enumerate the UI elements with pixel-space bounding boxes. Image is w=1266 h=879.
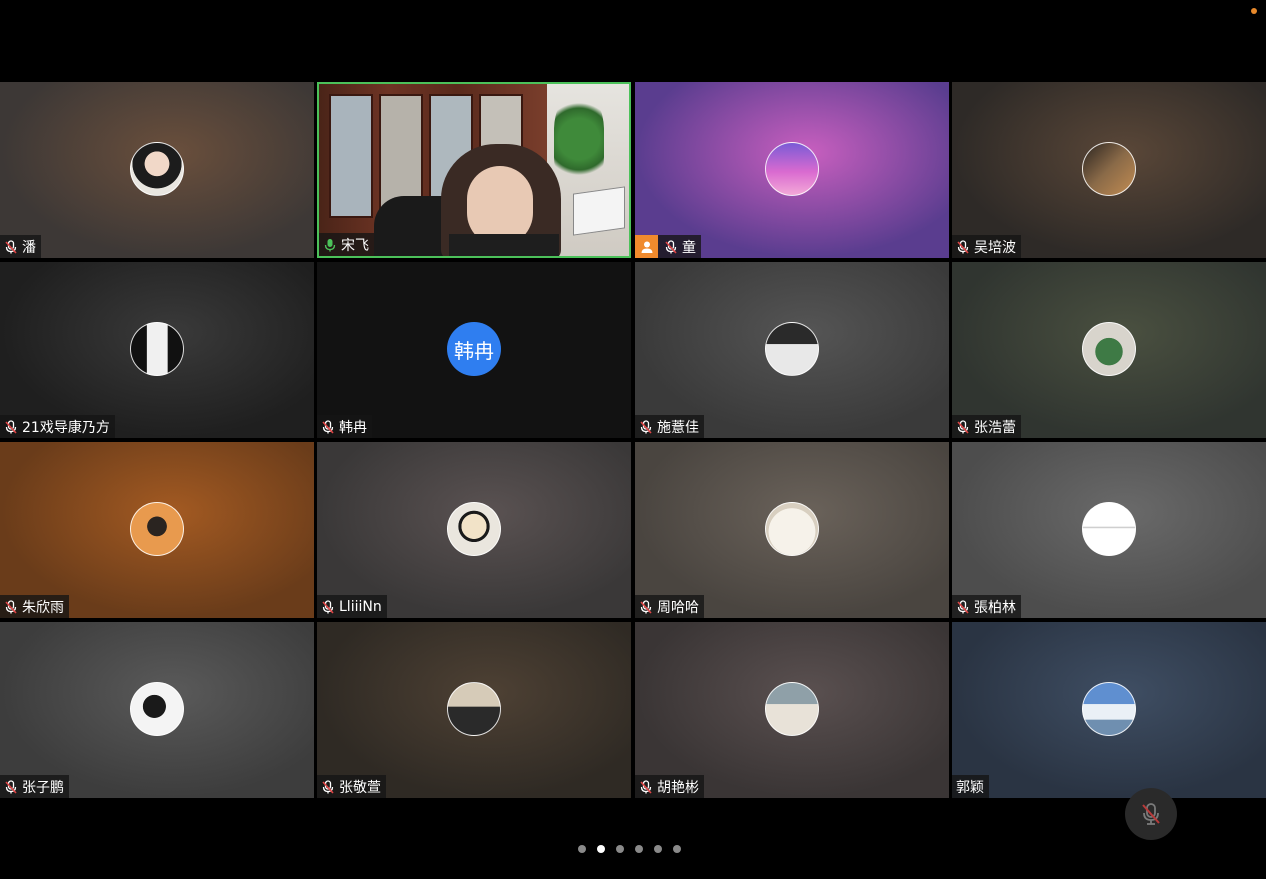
cartoon-girl-avatar xyxy=(447,502,501,556)
participant-name-tag: 胡艳彬 xyxy=(635,775,704,798)
participant-tile[interactable]: 吴培波 xyxy=(952,82,1266,258)
participant-name-tag: 21戏导康乃方 xyxy=(0,415,115,438)
host-person-icon xyxy=(635,235,658,258)
mic-active-icon xyxy=(323,238,337,252)
participant-name-tag: 郭颖 xyxy=(952,775,989,798)
participant-name-tag: 韩冉 xyxy=(317,415,372,438)
mic-muted-icon xyxy=(4,599,18,614)
participant-tile[interactable]: LliiiNn xyxy=(317,442,631,618)
participant-tile[interactable]: 张子鹏 xyxy=(0,622,314,798)
participant-name: 吴培波 xyxy=(974,239,1016,256)
dragon-sketch-avatar xyxy=(130,682,184,736)
participant-name: 郭颖 xyxy=(956,779,984,796)
participant-name: 童 xyxy=(682,239,696,256)
camera-video-feed xyxy=(319,84,629,256)
participant-name-tag: 宋飞 xyxy=(319,233,374,256)
mic-muted-icon xyxy=(4,779,18,794)
participant-tile[interactable]: 胡艳彬 xyxy=(635,622,949,798)
mic-muted-icon xyxy=(321,599,335,614)
participant-name: 周哈哈 xyxy=(657,599,699,616)
participant-grid: 潘宋飞童吴培波 21戏导康乃方 韩冉 韩冉 施薏佳 张浩蕾 朱欣雨 LliiiNn 周哈哈 張柏林… xyxy=(0,0,1266,879)
participant-tile[interactable]: 韩冉 韩冉 xyxy=(317,262,631,438)
dolphin-sunset-avatar xyxy=(765,142,819,196)
participant-tile[interactable]: 張柏林 xyxy=(952,442,1266,618)
mute-toggle-button[interactable] xyxy=(1125,788,1177,840)
participant-name: 施薏佳 xyxy=(657,419,699,436)
participant-tile[interactable]: 宋飞 xyxy=(317,82,631,258)
participant-tile[interactable]: 施薏佳 xyxy=(635,262,949,438)
participant-name-tag: 周哈哈 xyxy=(635,595,704,618)
calligraphy-avatar xyxy=(130,322,184,376)
participant-name-tag: 張柏林 xyxy=(952,595,1021,618)
participant-tile[interactable]: 潘 xyxy=(0,82,314,258)
page-dot[interactable] xyxy=(597,845,605,853)
participant-name: 韩冉 xyxy=(339,419,367,436)
participant-tile[interactable]: 张敬萱 xyxy=(317,622,631,798)
participant-tile[interactable]: 朱欣雨 xyxy=(0,442,314,618)
participant-name: 张敬萱 xyxy=(339,779,381,796)
woman-illustration-avatar xyxy=(130,142,184,196)
participant-name-tag: 张子鹏 xyxy=(0,775,69,798)
mic-muted-icon xyxy=(639,599,653,614)
participant-name-tag: 施薏佳 xyxy=(635,415,704,438)
participant-name-tag: 张敬萱 xyxy=(317,775,386,798)
participant-name-tag: 朱欣雨 xyxy=(0,595,69,618)
dog-avatar xyxy=(765,502,819,556)
participant-name: 朱欣雨 xyxy=(22,599,64,616)
mic-muted-icon xyxy=(321,419,335,434)
mic-muted-icon xyxy=(4,239,18,254)
participant-name-tag: 童 xyxy=(635,235,701,258)
group-photo-avatar xyxy=(765,682,819,736)
screen-avatar xyxy=(765,322,819,376)
cactus-avatar xyxy=(1082,322,1136,376)
fish-sketch-avatar xyxy=(1082,502,1136,556)
participant-name: 张浩蕾 xyxy=(974,419,1016,436)
cloud-sky-avatar xyxy=(1082,682,1136,736)
page-dot[interactable] xyxy=(578,845,586,853)
participant-tile[interactable]: 21戏导康乃方 xyxy=(0,262,314,438)
participant-tile[interactable]: 郭颖 xyxy=(952,622,1266,798)
participant-name: 21戏导康乃方 xyxy=(22,419,110,436)
participant-name: 胡艳彬 xyxy=(657,779,699,796)
mic-muted-icon xyxy=(321,779,335,794)
mic-muted-icon xyxy=(639,779,653,794)
page-dot[interactable] xyxy=(654,845,662,853)
participant-name-tag: 张浩蕾 xyxy=(952,415,1021,438)
page-dot[interactable] xyxy=(673,845,681,853)
page-dot[interactable] xyxy=(616,845,624,853)
mic-muted-icon xyxy=(956,599,970,614)
participant-name-tag: 吴培波 xyxy=(952,235,1021,258)
mic-muted-icon xyxy=(639,419,653,434)
participant-name: 宋飞 xyxy=(341,237,369,254)
person-photo-avatar xyxy=(447,682,501,736)
mic-muted-icon xyxy=(956,239,970,254)
street-photo-avatar xyxy=(1082,142,1136,196)
mic-muted-icon xyxy=(664,239,678,254)
page-indicator[interactable] xyxy=(578,844,681,854)
participant-tile[interactable]: 周哈哈 xyxy=(635,442,949,618)
participant-name-tag: LliiiNn xyxy=(317,595,387,618)
mic-muted-icon xyxy=(4,419,18,434)
participant-name: 張柏林 xyxy=(974,599,1016,616)
participant-tile[interactable]: 童 xyxy=(635,82,949,258)
page-dot[interactable] xyxy=(635,845,643,853)
participant-name: 潘 xyxy=(22,239,36,256)
participant-name: LliiiNn xyxy=(339,598,382,615)
participant-tile[interactable]: 张浩蕾 xyxy=(952,262,1266,438)
participant-name-tag: 潘 xyxy=(0,235,41,258)
participant-name: 张子鹏 xyxy=(22,779,64,796)
orange-illustration-avatar xyxy=(130,502,184,556)
mic-muted-icon xyxy=(1142,803,1160,825)
avatar: 韩冉 xyxy=(447,322,501,376)
mic-muted-icon xyxy=(956,419,970,434)
